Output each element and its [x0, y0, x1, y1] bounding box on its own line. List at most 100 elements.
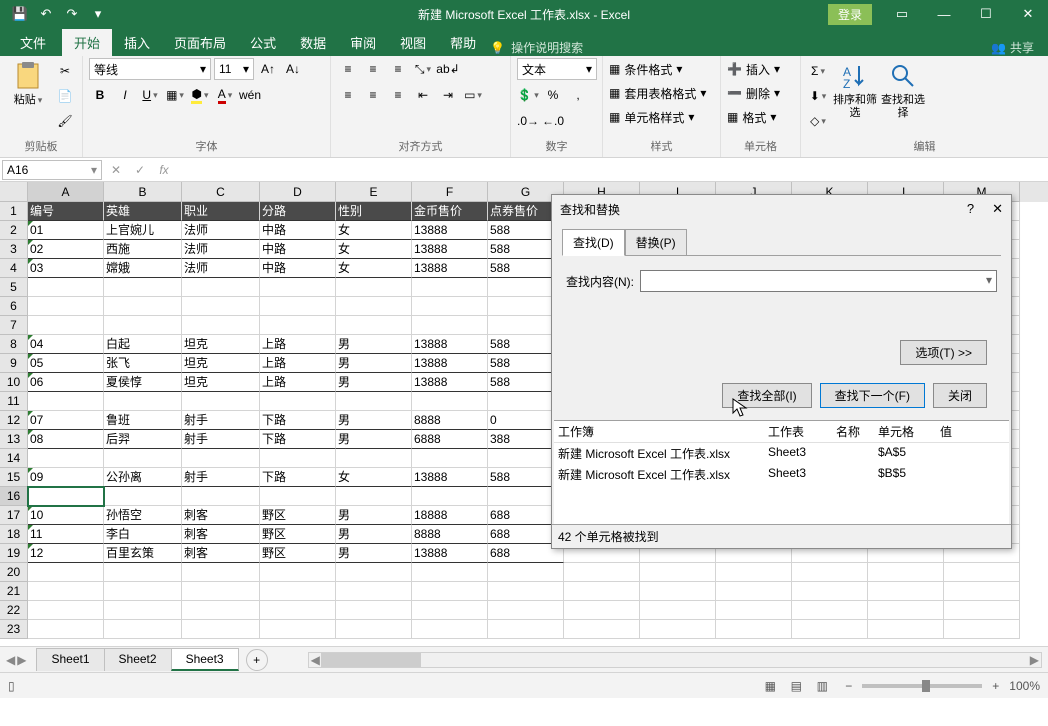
qat-customize-icon[interactable]: ▾: [86, 2, 110, 26]
row-header[interactable]: 21: [0, 582, 28, 601]
column-header[interactable]: C: [182, 182, 260, 202]
header-cell[interactable]: 金币售价: [412, 202, 488, 221]
cell[interactable]: 西施: [104, 240, 182, 259]
cell[interactable]: 夏侯惇: [104, 373, 182, 392]
cell[interactable]: [412, 297, 488, 316]
sheet-nav-next-icon[interactable]: ▶: [17, 653, 26, 667]
row-header[interactable]: 8: [0, 335, 28, 354]
row-header[interactable]: 2: [0, 221, 28, 240]
cell[interactable]: 8888: [412, 525, 488, 544]
normal-view-icon[interactable]: ▦: [757, 676, 783, 696]
fill-color-icon[interactable]: ⬢: [189, 84, 211, 106]
cell[interactable]: 男: [336, 506, 412, 525]
cell[interactable]: 刺客: [182, 525, 260, 544]
cell[interactable]: [412, 563, 488, 582]
cell[interactable]: [336, 278, 412, 297]
cell[interactable]: [336, 316, 412, 335]
cell[interactable]: 10: [28, 506, 104, 525]
column-header[interactable]: B: [104, 182, 182, 202]
cell[interactable]: 6888: [412, 430, 488, 449]
align-middle-icon[interactable]: ≡: [362, 58, 384, 80]
tab-layout[interactable]: 页面布局: [162, 29, 238, 56]
row-header[interactable]: 13: [0, 430, 28, 449]
header-cell[interactable]: 英雄: [104, 202, 182, 221]
cell[interactable]: [104, 620, 182, 639]
cell[interactable]: 下路: [260, 430, 336, 449]
cell[interactable]: 02: [28, 240, 104, 259]
number-format-combo[interactable]: 文本▾: [517, 58, 597, 80]
cell[interactable]: [28, 392, 104, 411]
cell[interactable]: 13888: [412, 354, 488, 373]
tab-file[interactable]: 文件: [4, 29, 62, 56]
find-input[interactable]: ▾: [640, 270, 997, 292]
column-header[interactable]: E: [336, 182, 412, 202]
cancel-formula-icon[interactable]: ✕: [104, 160, 128, 180]
cell[interactable]: [182, 449, 260, 468]
row-header[interactable]: 4: [0, 259, 28, 278]
share-button[interactable]: 👥 共享: [991, 39, 1044, 56]
cell[interactable]: [260, 392, 336, 411]
currency-icon[interactable]: 💲: [517, 84, 539, 106]
row-header[interactable]: 9: [0, 354, 28, 373]
cell[interactable]: 射手: [182, 468, 260, 487]
cell[interactable]: [488, 582, 564, 601]
cell[interactable]: 后羿: [104, 430, 182, 449]
cell[interactable]: [104, 582, 182, 601]
increase-decimal-icon[interactable]: .0→: [517, 110, 539, 132]
cell[interactable]: 孙悟空: [104, 506, 182, 525]
decrease-indent-icon[interactable]: ⇤: [412, 84, 434, 106]
cell[interactable]: 百里玄策: [104, 544, 182, 563]
close-button[interactable]: 关闭: [933, 383, 987, 408]
cell[interactable]: [336, 297, 412, 316]
cell[interactable]: 上路: [260, 354, 336, 373]
border-icon[interactable]: ▦: [164, 84, 186, 106]
decrease-font-icon[interactable]: A↓: [282, 58, 304, 80]
cell[interactable]: 野区: [260, 544, 336, 563]
cell-styles-button[interactable]: ▦单元格样式▾: [609, 106, 694, 128]
cell[interactable]: [488, 601, 564, 620]
name-box[interactable]: A16▾: [2, 160, 102, 180]
cell[interactable]: [28, 297, 104, 316]
tab-help[interactable]: 帮助: [438, 29, 488, 56]
cell[interactable]: 13888: [412, 221, 488, 240]
save-icon[interactable]: 💾: [8, 2, 32, 26]
row-header[interactable]: 5: [0, 278, 28, 297]
page-layout-view-icon[interactable]: ▤: [783, 676, 809, 696]
cell[interactable]: 男: [336, 373, 412, 392]
cell[interactable]: [28, 449, 104, 468]
autosum-icon[interactable]: Σ: [807, 60, 829, 82]
tell-me-search[interactable]: 💡 操作说明搜索: [490, 39, 583, 56]
cell[interactable]: [182, 582, 260, 601]
add-sheet-button[interactable]: +: [246, 649, 268, 671]
cell[interactable]: [260, 620, 336, 639]
cell[interactable]: [412, 316, 488, 335]
dialog-tab-find[interactable]: 查找(D): [562, 229, 625, 256]
cell[interactable]: [260, 297, 336, 316]
cell[interactable]: [182, 278, 260, 297]
cell[interactable]: [412, 278, 488, 297]
conditional-format-button[interactable]: ▦条件格式▾: [609, 58, 682, 80]
row-header[interactable]: 1: [0, 202, 28, 221]
cell[interactable]: 鲁班: [104, 411, 182, 430]
cell[interactable]: 上官婉儿: [104, 221, 182, 240]
cell[interactable]: [28, 487, 104, 506]
tab-data[interactable]: 数据: [288, 29, 338, 56]
cell[interactable]: [104, 316, 182, 335]
cell[interactable]: [182, 487, 260, 506]
close-icon[interactable]: ✕: [1008, 0, 1048, 28]
percent-icon[interactable]: %: [542, 84, 564, 106]
cell[interactable]: 11: [28, 525, 104, 544]
cell[interactable]: 嫦娥: [104, 259, 182, 278]
merge-icon[interactable]: ▭: [462, 84, 484, 106]
cell[interactable]: [336, 449, 412, 468]
cell[interactable]: 13888: [412, 373, 488, 392]
redo-icon[interactable]: ↷: [60, 2, 84, 26]
horizontal-scrollbar[interactable]: ◀ ▶: [308, 652, 1042, 668]
cell[interactable]: [104, 563, 182, 582]
header-cell[interactable]: 分路: [260, 202, 336, 221]
row-header[interactable]: 23: [0, 620, 28, 639]
cell[interactable]: [182, 563, 260, 582]
record-macro-icon[interactable]: ▯: [8, 679, 15, 693]
cell[interactable]: 李白: [104, 525, 182, 544]
font-size-combo[interactable]: 11▾: [214, 58, 254, 80]
